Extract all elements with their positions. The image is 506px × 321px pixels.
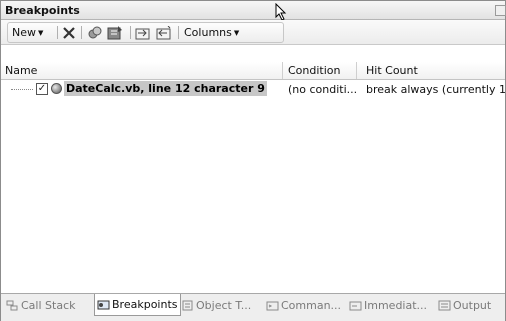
new-button-label: New: [12, 26, 36, 39]
tab-call-stack[interactable]: Call Stack: [4, 296, 77, 315]
toolbar: New ▼ Columns ▼: [1, 20, 505, 45]
breakpoint-icon: [51, 83, 62, 94]
export-icon: [135, 28, 150, 39]
breakpoints-icon: [97, 300, 110, 310]
output-icon: [438, 300, 451, 311]
call-stack-icon: [6, 300, 18, 311]
tab-label: Output: [453, 299, 492, 312]
go-to-source-icon: [107, 25, 122, 39]
columns-button-label: Columns: [184, 26, 232, 39]
column-divider[interactable]: [356, 62, 357, 79]
tab-breakpoints[interactable]: Breakpoints: [94, 294, 181, 316]
immediate-window-icon: [349, 301, 362, 311]
delete-button[interactable]: [62, 23, 76, 42]
column-header-row: Name Condition Hit Count: [1, 62, 505, 80]
auto-hide-pin-icon[interactable]: [495, 5, 506, 16]
toolbar-separator: [178, 26, 179, 39]
window-title: Breakpoints: [5, 4, 80, 17]
column-header-name[interactable]: Name: [5, 64, 37, 77]
table-row[interactable]: ✓ DateCalc.vb, line 12 character 9 (no c…: [1, 81, 506, 98]
toolbar-group: New ▼ Columns ▼: [7, 22, 284, 43]
toolbar-separator: [57, 26, 58, 39]
chevron-down-icon: ▼: [38, 28, 44, 37]
delete-icon: [63, 26, 75, 39]
tab-immediate-window[interactable]: Immediat...: [347, 296, 429, 315]
tab-label: Immediat...: [364, 299, 428, 312]
tab-label: Object T...: [196, 299, 252, 312]
toolbar-separator: [130, 26, 131, 39]
disable-all-icon: [88, 26, 102, 38]
object-test-bench-icon: [182, 300, 193, 311]
command-window-icon: [266, 301, 279, 311]
disable-all-button[interactable]: [87, 23, 103, 42]
breakpoint-enabled-checkbox[interactable]: ✓: [36, 83, 48, 95]
tree-connector: [11, 89, 33, 90]
breakpoint-name[interactable]: DateCalc.vb, line 12 character 9: [64, 81, 267, 96]
tab-object-test-bench[interactable]: Object T...: [179, 296, 253, 315]
export-button[interactable]: [135, 23, 151, 42]
import-icon: [156, 25, 171, 39]
mouse-cursor-icon: [275, 3, 287, 21]
chevron-down-icon: ▼: [233, 28, 240, 37]
title-bar: Breakpoints: [1, 1, 506, 21]
window-border: [0, 0, 506, 321]
columns-button[interactable]: Columns ▼: [184, 23, 239, 42]
new-button[interactable]: New ▼: [12, 23, 43, 42]
tab-label: Call Stack: [21, 299, 76, 312]
column-header-hit-count[interactable]: Hit Count: [366, 64, 418, 77]
breakpoint-condition: (no conditi...: [288, 83, 358, 96]
tab-output[interactable]: Output: [436, 296, 493, 315]
tab-command-window[interactable]: Comman...: [264, 296, 343, 315]
column-header-condition[interactable]: Condition: [288, 64, 341, 77]
breakpoint-hit-count: break always (currently 1): [366, 83, 506, 96]
column-divider[interactable]: [282, 62, 283, 79]
tab-label: Breakpoints: [112, 298, 178, 311]
tab-label: Comman...: [281, 299, 342, 312]
go-to-source-button[interactable]: [107, 23, 123, 42]
import-button[interactable]: [156, 23, 172, 42]
toolbar-separator: [81, 26, 82, 39]
tool-window-tabstrip: Call Stack Breakpoints Object T... Comma…: [1, 293, 505, 321]
